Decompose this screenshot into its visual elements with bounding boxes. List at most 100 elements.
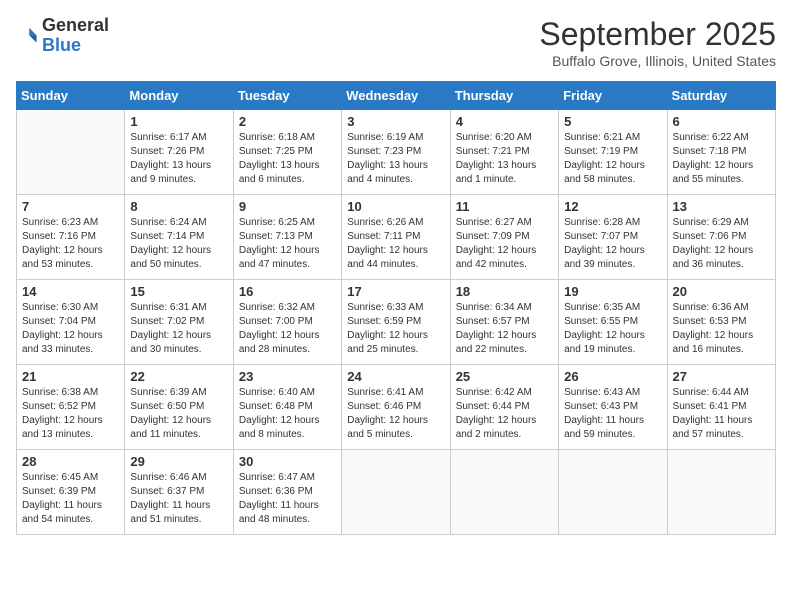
calendar-table: SundayMondayTuesdayWednesdayThursdayFrid…	[16, 81, 776, 535]
weekday-header: Sunday	[17, 82, 125, 110]
day-info: Sunrise: 6:44 AMSunset: 6:41 PMDaylight:…	[673, 386, 770, 442]
calendar-cell: 15 Sunrise: 6:31 AMSunset: 7:02 PMDaylig…	[125, 280, 233, 365]
day-number: 21	[22, 369, 119, 384]
day-info: Sunrise: 6:42 AMSunset: 6:44 PMDaylight:…	[456, 386, 553, 442]
weekday-header: Saturday	[667, 82, 775, 110]
logo-general: General	[42, 15, 109, 35]
calendar-week-row: 14 Sunrise: 6:30 AMSunset: 7:04 PMDaylig…	[17, 280, 776, 365]
day-number: 30	[239, 454, 336, 469]
day-info: Sunrise: 6:19 AMSunset: 7:23 PMDaylight:…	[347, 131, 444, 187]
calendar-cell: 14 Sunrise: 6:30 AMSunset: 7:04 PMDaylig…	[17, 280, 125, 365]
day-info: Sunrise: 6:38 AMSunset: 6:52 PMDaylight:…	[22, 386, 119, 442]
day-number: 24	[347, 369, 444, 384]
day-info: Sunrise: 6:30 AMSunset: 7:04 PMDaylight:…	[22, 301, 119, 357]
day-number: 7	[22, 199, 119, 214]
day-info: Sunrise: 6:41 AMSunset: 6:46 PMDaylight:…	[347, 386, 444, 442]
day-info: Sunrise: 6:33 AMSunset: 6:59 PMDaylight:…	[347, 301, 444, 357]
calendar-cell: 24 Sunrise: 6:41 AMSunset: 6:46 PMDaylig…	[342, 365, 450, 450]
calendar-cell: 3 Sunrise: 6:19 AMSunset: 7:23 PMDayligh…	[342, 110, 450, 195]
calendar-cell: 21 Sunrise: 6:38 AMSunset: 6:52 PMDaylig…	[17, 365, 125, 450]
calendar-cell: 5 Sunrise: 6:21 AMSunset: 7:19 PMDayligh…	[559, 110, 667, 195]
weekday-header: Wednesday	[342, 82, 450, 110]
calendar-cell: 4 Sunrise: 6:20 AMSunset: 7:21 PMDayligh…	[450, 110, 558, 195]
day-info: Sunrise: 6:25 AMSunset: 7:13 PMDaylight:…	[239, 216, 336, 272]
day-info: Sunrise: 6:17 AMSunset: 7:26 PMDaylight:…	[130, 131, 227, 187]
day-info: Sunrise: 6:28 AMSunset: 7:07 PMDaylight:…	[564, 216, 661, 272]
day-info: Sunrise: 6:46 AMSunset: 6:37 PMDaylight:…	[130, 471, 227, 527]
calendar-cell: 20 Sunrise: 6:36 AMSunset: 6:53 PMDaylig…	[667, 280, 775, 365]
day-info: Sunrise: 6:27 AMSunset: 7:09 PMDaylight:…	[456, 216, 553, 272]
day-number: 19	[564, 284, 661, 299]
day-info: Sunrise: 6:22 AMSunset: 7:18 PMDaylight:…	[673, 131, 770, 187]
month-title: September 2025	[539, 16, 776, 53]
day-number: 1	[130, 114, 227, 129]
weekday-header: Tuesday	[233, 82, 341, 110]
day-number: 26	[564, 369, 661, 384]
day-number: 6	[673, 114, 770, 129]
day-info: Sunrise: 6:45 AMSunset: 6:39 PMDaylight:…	[22, 471, 119, 527]
calendar-cell: 29 Sunrise: 6:46 AMSunset: 6:37 PMDaylig…	[125, 450, 233, 535]
weekday-header: Thursday	[450, 82, 558, 110]
day-number: 14	[22, 284, 119, 299]
calendar-cell	[667, 450, 775, 535]
day-info: Sunrise: 6:18 AMSunset: 7:25 PMDaylight:…	[239, 131, 336, 187]
day-info: Sunrise: 6:32 AMSunset: 7:00 PMDaylight:…	[239, 301, 336, 357]
day-info: Sunrise: 6:20 AMSunset: 7:21 PMDaylight:…	[456, 131, 553, 187]
generalblue-logo-icon	[16, 25, 38, 47]
day-info: Sunrise: 6:23 AMSunset: 7:16 PMDaylight:…	[22, 216, 119, 272]
day-number: 23	[239, 369, 336, 384]
day-number: 10	[347, 199, 444, 214]
day-number: 22	[130, 369, 227, 384]
day-info: Sunrise: 6:31 AMSunset: 7:02 PMDaylight:…	[130, 301, 227, 357]
calendar-cell: 18 Sunrise: 6:34 AMSunset: 6:57 PMDaylig…	[450, 280, 558, 365]
weekday-header: Friday	[559, 82, 667, 110]
day-number: 9	[239, 199, 336, 214]
calendar-cell	[450, 450, 558, 535]
weekday-header-row: SundayMondayTuesdayWednesdayThursdayFrid…	[17, 82, 776, 110]
calendar-cell: 19 Sunrise: 6:35 AMSunset: 6:55 PMDaylig…	[559, 280, 667, 365]
calendar-cell: 16 Sunrise: 6:32 AMSunset: 7:00 PMDaylig…	[233, 280, 341, 365]
calendar-cell: 17 Sunrise: 6:33 AMSunset: 6:59 PMDaylig…	[342, 280, 450, 365]
calendar-cell: 22 Sunrise: 6:39 AMSunset: 6:50 PMDaylig…	[125, 365, 233, 450]
day-number: 4	[456, 114, 553, 129]
day-number: 29	[130, 454, 227, 469]
day-number: 5	[564, 114, 661, 129]
day-number: 3	[347, 114, 444, 129]
day-number: 25	[456, 369, 553, 384]
day-number: 13	[673, 199, 770, 214]
title-area: September 2025 Buffalo Grove, Illinois, …	[539, 16, 776, 69]
calendar-cell: 13 Sunrise: 6:29 AMSunset: 7:06 PMDaylig…	[667, 195, 775, 280]
day-info: Sunrise: 6:43 AMSunset: 6:43 PMDaylight:…	[564, 386, 661, 442]
weekday-header: Monday	[125, 82, 233, 110]
day-info: Sunrise: 6:35 AMSunset: 6:55 PMDaylight:…	[564, 301, 661, 357]
logo-blue: Blue	[42, 35, 81, 55]
day-number: 12	[564, 199, 661, 214]
calendar-cell: 6 Sunrise: 6:22 AMSunset: 7:18 PMDayligh…	[667, 110, 775, 195]
calendar-cell: 9 Sunrise: 6:25 AMSunset: 7:13 PMDayligh…	[233, 195, 341, 280]
day-number: 18	[456, 284, 553, 299]
day-info: Sunrise: 6:47 AMSunset: 6:36 PMDaylight:…	[239, 471, 336, 527]
day-number: 15	[130, 284, 227, 299]
day-number: 28	[22, 454, 119, 469]
day-info: Sunrise: 6:29 AMSunset: 7:06 PMDaylight:…	[673, 216, 770, 272]
day-info: Sunrise: 6:21 AMSunset: 7:19 PMDaylight:…	[564, 131, 661, 187]
calendar-cell	[559, 450, 667, 535]
calendar-cell: 25 Sunrise: 6:42 AMSunset: 6:44 PMDaylig…	[450, 365, 558, 450]
day-number: 16	[239, 284, 336, 299]
day-number: 20	[673, 284, 770, 299]
day-info: Sunrise: 6:40 AMSunset: 6:48 PMDaylight:…	[239, 386, 336, 442]
day-number: 27	[673, 369, 770, 384]
location-subtitle: Buffalo Grove, Illinois, United States	[539, 53, 776, 69]
day-info: Sunrise: 6:36 AMSunset: 6:53 PMDaylight:…	[673, 301, 770, 357]
calendar-cell: 10 Sunrise: 6:26 AMSunset: 7:11 PMDaylig…	[342, 195, 450, 280]
calendar-cell: 28 Sunrise: 6:45 AMSunset: 6:39 PMDaylig…	[17, 450, 125, 535]
day-info: Sunrise: 6:34 AMSunset: 6:57 PMDaylight:…	[456, 301, 553, 357]
calendar-week-row: 21 Sunrise: 6:38 AMSunset: 6:52 PMDaylig…	[17, 365, 776, 450]
calendar-cell: 23 Sunrise: 6:40 AMSunset: 6:48 PMDaylig…	[233, 365, 341, 450]
day-number: 11	[456, 199, 553, 214]
day-info: Sunrise: 6:26 AMSunset: 7:11 PMDaylight:…	[347, 216, 444, 272]
calendar-cell: 12 Sunrise: 6:28 AMSunset: 7:07 PMDaylig…	[559, 195, 667, 280]
calendar-cell	[17, 110, 125, 195]
calendar-cell: 7 Sunrise: 6:23 AMSunset: 7:16 PMDayligh…	[17, 195, 125, 280]
header-area: General Blue September 2025 Buffalo Grov…	[16, 16, 776, 69]
